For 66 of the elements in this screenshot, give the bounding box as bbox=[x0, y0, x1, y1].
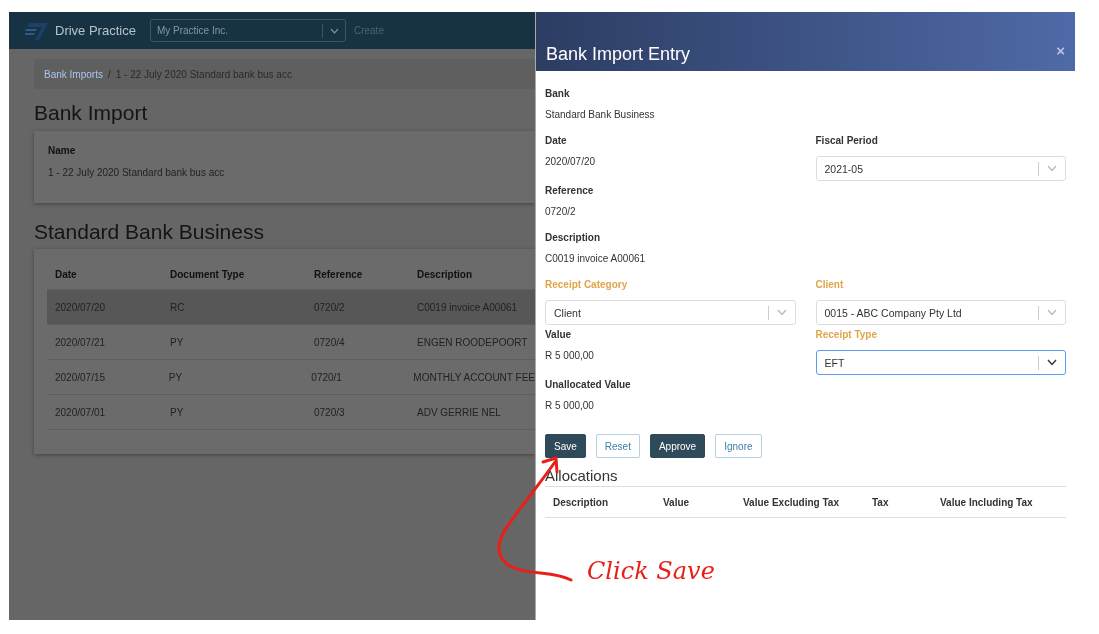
field-label: Receipt Category bbox=[545, 279, 629, 292]
chevron-down-icon bbox=[1047, 359, 1057, 366]
table-cell-text: 0720/3 bbox=[313, 406, 346, 418]
close-button[interactable]: × bbox=[1056, 42, 1065, 59]
table-cell-text: MONTHLY ACCOUNT FEE bbox=[412, 371, 535, 383]
table-cell-text: ADV GERRIE NEL bbox=[416, 406, 502, 418]
select-field[interactable]: 2021-05 bbox=[815, 156, 1066, 181]
table-row[interactable]: 2020/07/01 PY 0720/3 ADV GERRIE NEL bbox=[47, 395, 535, 430]
column-header: Value Excluding Tax bbox=[742, 496, 840, 508]
chevron-down-icon bbox=[1047, 309, 1057, 316]
field-label: Bank bbox=[545, 88, 571, 101]
table-cell-text: ENGEN ROODEPOORT bbox=[416, 336, 529, 348]
annotation-text: Click Save bbox=[587, 557, 715, 585]
table-cell-text: 2020/07/01 bbox=[54, 406, 107, 418]
column-header: Value bbox=[662, 496, 691, 508]
column-header: Reference bbox=[313, 268, 364, 280]
drawer-title: Bank Import Entry bbox=[546, 44, 691, 65]
table-cell-text: 2020/07/15 bbox=[54, 371, 107, 383]
table-cell-text: PY bbox=[169, 336, 185, 348]
table-cell-text: 0720/4 bbox=[313, 336, 346, 348]
table-cell-text: 2020/07/21 bbox=[54, 336, 107, 348]
table-cell-text: PY bbox=[169, 406, 185, 418]
allocations-title: Allocations bbox=[545, 467, 1066, 487]
action-button[interactable]: Save bbox=[545, 434, 586, 458]
action-button[interactable]: Ignore bbox=[715, 434, 762, 458]
column-header: Description bbox=[552, 496, 609, 508]
column-header: Value Including Tax bbox=[939, 496, 1034, 508]
field-value: R 5 000,00 bbox=[545, 400, 595, 413]
field-value: R 5 000,00 bbox=[545, 350, 595, 363]
field-label: Description bbox=[545, 232, 601, 245]
app-name: Drive Practice bbox=[55, 23, 136, 38]
field-label: Reference bbox=[545, 185, 595, 198]
action-button[interactable]: Reset bbox=[595, 434, 640, 458]
field-label: Date bbox=[545, 135, 568, 148]
select-field[interactable]: EFT bbox=[815, 350, 1066, 375]
field-value: 0720/2 bbox=[545, 206, 577, 219]
name-value: 1 - 22 July 2020 Standard bank bus acc bbox=[48, 167, 226, 178]
section-title: Standard Bank Business bbox=[34, 220, 265, 244]
company-select[interactable]: My Practice Inc. bbox=[149, 19, 346, 42]
breadcrumb-separator: / bbox=[107, 68, 111, 80]
chevron-down-icon bbox=[329, 27, 339, 34]
chevron-down-icon bbox=[1047, 165, 1057, 172]
logo-icon bbox=[25, 20, 49, 41]
field-value: Standard Bank Business bbox=[545, 109, 656, 122]
column-header: Date bbox=[54, 268, 78, 280]
field-label: Unallocated Value bbox=[545, 379, 632, 392]
select-field[interactable]: 0015 - ABC Company Pty Ltd bbox=[815, 300, 1066, 325]
column-header: Document Type bbox=[169, 268, 246, 280]
action-button[interactable]: Approve bbox=[649, 434, 706, 458]
breadcrumb-link[interactable]: Bank Imports bbox=[44, 68, 103, 80]
name-label: Name bbox=[48, 145, 77, 156]
table-cell-text: PY bbox=[167, 371, 184, 383]
table-row[interactable]: 2020/07/21 PY 0720/4 ENGEN ROODEPOORT bbox=[47, 325, 535, 360]
select-field[interactable]: Client bbox=[545, 300, 796, 325]
field-label: Receipt Type bbox=[815, 329, 878, 342]
field-value: C0019 invoice A00061 bbox=[545, 253, 647, 266]
field-label: Value bbox=[545, 329, 573, 342]
field-value: 2020/07/20 bbox=[545, 156, 597, 169]
column-header: Tax bbox=[871, 496, 890, 508]
chevron-down-icon bbox=[776, 309, 787, 316]
page-title: Bank Import bbox=[34, 101, 149, 125]
field-label: Fiscal Period bbox=[815, 135, 879, 148]
table-cell-text: 0720/1 bbox=[310, 371, 343, 383]
column-header: Description bbox=[416, 268, 473, 280]
field-label: Client bbox=[815, 279, 845, 292]
table-row[interactable]: 2020/07/15 PY 0720/1 MONTHLY ACCOUNT FEE bbox=[47, 360, 535, 395]
